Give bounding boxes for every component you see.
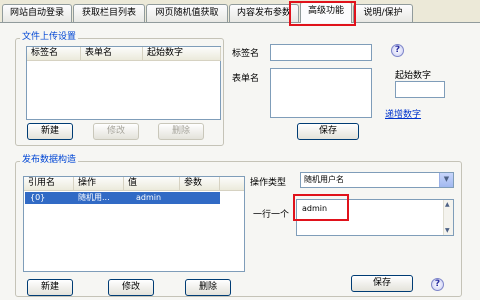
publish-edit-button[interactable]: 修改	[108, 279, 154, 296]
publish-help-icon[interactable]: ?	[431, 278, 444, 291]
publish-list[interactable]: 引用名 操作 值 参数 {0} 随机用... admin	[23, 176, 245, 272]
upload-group-title: 文件上传设置	[20, 32, 79, 43]
op-type-label: 操作类型	[250, 178, 287, 188]
publish-col-filler	[220, 177, 244, 191]
row-op: 随机用...	[78, 193, 110, 202]
publish-delete-button[interactable]: 删除	[185, 279, 231, 296]
form-name-input[interactable]	[270, 68, 372, 118]
row-value: admin	[136, 193, 162, 202]
start-number-label: 起始数字	[395, 71, 432, 81]
upload-help-icon[interactable]: ?	[391, 44, 404, 57]
op-type-select[interactable]: 随机用户名 ▼	[300, 172, 454, 188]
upload-col-form[interactable]: 表单名	[81, 47, 143, 61]
table-row[interactable]: {0} 随机用... admin	[25, 192, 220, 204]
textarea-highlight-box	[293, 194, 349, 221]
publish-col-param[interactable]: 参数	[180, 177, 220, 191]
start-number-input[interactable]	[395, 81, 445, 98]
upload-save-button[interactable]: 保存	[297, 123, 359, 140]
tab-random-values[interactable]: 网页随机值获取	[146, 4, 228, 22]
upload-delete-button[interactable]: 删除	[158, 123, 204, 140]
scroll-up-icon[interactable]: ▲	[445, 201, 450, 208]
tab-auto-login[interactable]: 网站自动登录	[2, 4, 72, 22]
publish-new-button[interactable]: 新建	[27, 279, 73, 296]
tab-highlight-box	[289, 1, 356, 26]
upload-edit-button[interactable]: 修改	[93, 123, 139, 140]
op-type-value: 随机用户名	[304, 175, 344, 184]
upload-col-tag[interactable]: 标签名	[27, 47, 81, 61]
scroll-down-icon[interactable]: ▼	[445, 227, 450, 234]
chevron-down-icon[interactable]: ▼	[439, 173, 453, 187]
tag-name-input[interactable]	[270, 44, 372, 61]
textarea-scrollbar[interactable]: ▲ ▼	[443, 200, 453, 235]
publish-col-value[interactable]: 值	[124, 177, 180, 191]
publish-save-button[interactable]: 保存	[351, 275, 413, 292]
increment-number-link[interactable]: 递增数字	[385, 107, 421, 120]
publish-col-op[interactable]: 操作	[74, 177, 124, 191]
upload-list[interactable]: 标签名 表单名 起始数字	[26, 46, 221, 120]
upload-col-start[interactable]: 起始数字	[143, 47, 221, 61]
tag-name-label: 标签名	[232, 49, 260, 59]
form-name-label: 表单名	[232, 74, 260, 84]
tab-help-protect[interactable]: 说明/保护	[353, 4, 413, 22]
upload-new-button[interactable]: 新建	[27, 123, 73, 140]
tab-column-list[interactable]: 获取栏目列表	[73, 4, 145, 22]
row-ref: {0}	[30, 193, 46, 202]
one-per-line-label: 一行一个	[253, 210, 290, 220]
publish-group-title: 发布数据构造	[20, 155, 79, 166]
publish-col-ref[interactable]: 引用名	[24, 177, 74, 191]
